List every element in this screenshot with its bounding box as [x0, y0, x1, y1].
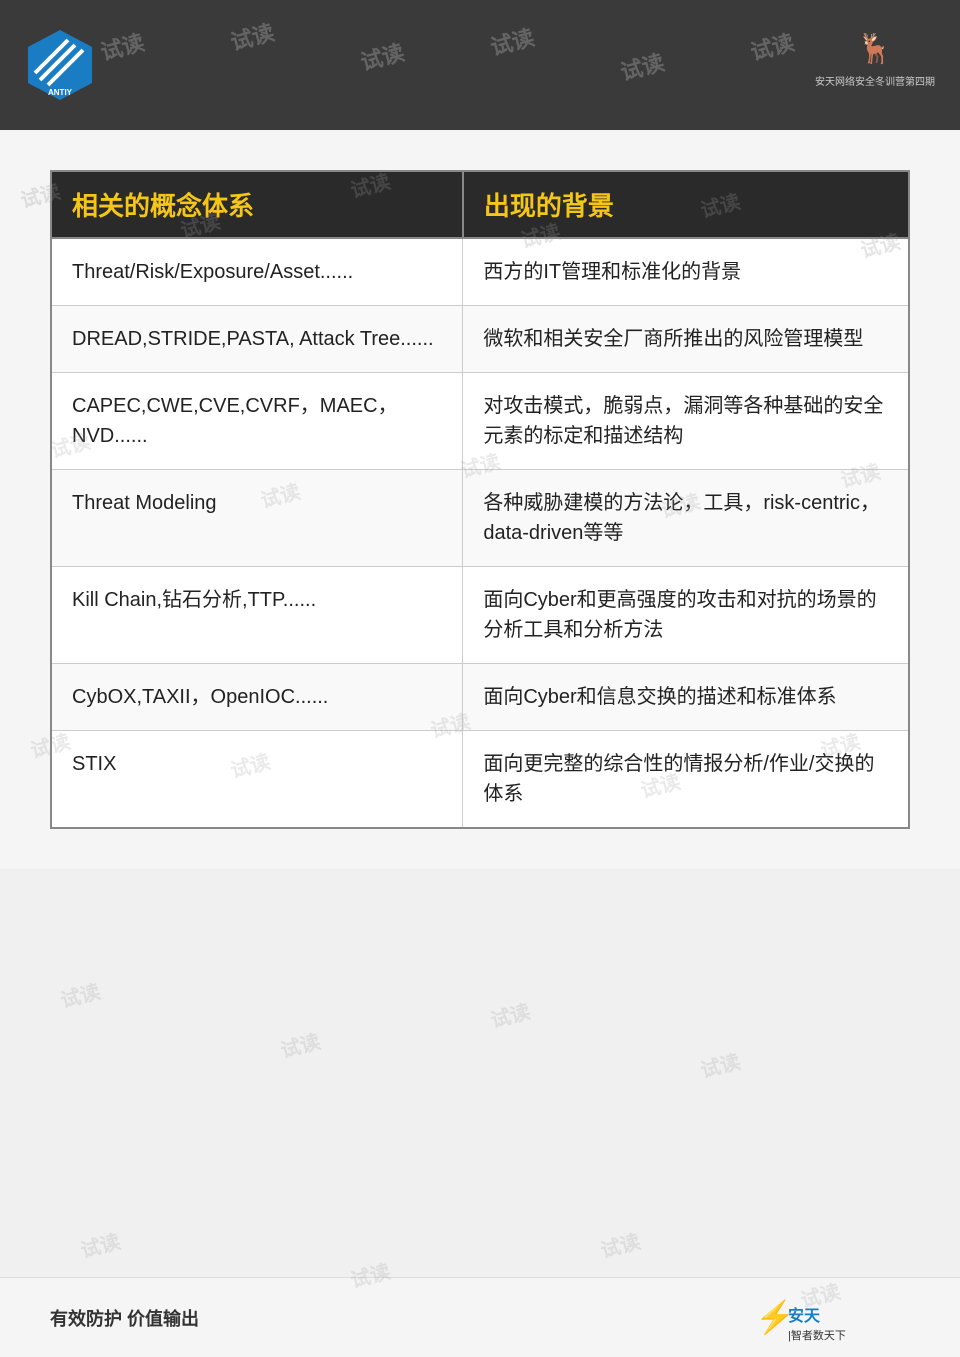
table-cell-left-5: CybOX,TAXII，OpenIOC...... — [51, 664, 463, 731]
table-cell-right-0: 西方的IT管理和标准化的背景 — [463, 238, 909, 306]
table-cell-right-5: 面向Cyber和信息交换的描述和标准体系 — [463, 664, 909, 731]
watermark-4: 试读 — [487, 20, 538, 62]
table-cell-right-6: 面向更完整的综合性的情报分析/作业/交换的体系 — [463, 731, 909, 829]
body-watermark-23: 试读 — [597, 1225, 643, 1263]
table-header-col2: 出现的背景 — [463, 171, 909, 238]
footer-right-logo: ⚡ 安天 |智者数天下 — [750, 1293, 910, 1343]
svg-text:ANTIY: ANTIY — [48, 88, 73, 97]
table-row: Threat/Risk/Exposure/Asset......西方的IT管理和… — [51, 238, 909, 306]
table-cell-right-4: 面向Cyber和更高强度的攻击和对抗的场景的分析工具和分析方法 — [463, 567, 909, 664]
watermark-3: 试读 — [357, 35, 408, 77]
body-watermark-17: 试读 — [57, 975, 103, 1013]
concepts-table: 相关的概念体系 出现的背景 Threat/Risk/Exposure/Asset… — [50, 170, 910, 829]
logo-area: ANTIY — [20, 25, 100, 105]
body-watermark-21: 试读 — [77, 1225, 123, 1263]
table-cell-right-3: 各种威胁建模的方法论，工具，risk-centric，data-driven等等 — [463, 470, 909, 567]
svg-text:安天: 安天 — [788, 1306, 821, 1325]
body-watermark-18: 试读 — [277, 1025, 323, 1063]
watermark-5: 试读 — [617, 45, 668, 87]
table-row: DREAD,STRIDE,PASTA, Attack Tree......微软和… — [51, 306, 909, 373]
body-watermark-19: 试读 — [487, 995, 533, 1033]
table-row: Threat Modeling各种威胁建模的方法论，工具，risk-centri… — [51, 470, 909, 567]
body-watermark-20: 试读 — [697, 1045, 743, 1083]
table-cell-left-1: DREAD,STRIDE,PASTA, Attack Tree...... — [51, 306, 463, 373]
table-cell-left-6: STIX — [51, 731, 463, 829]
footer-tagline: 有效防护 价值输出 — [50, 1305, 199, 1331]
table-row: STIX面向更完整的综合性的情报分析/作业/交换的体系 — [51, 731, 909, 829]
table-row: Kill Chain,钻石分析,TTP......面向Cyber和更高强度的攻击… — [51, 567, 909, 664]
table-cell-left-2: CAPEC,CWE,CVE,CVRF，MAEC，NVD...... — [51, 373, 463, 470]
header: 试读 试读 试读 试读 试读 试读 ANTIY 🦌 安天网络安全冬训营第四期 — [0, 0, 960, 130]
table-cell-right-1: 微软和相关安全厂商所推出的风险管理模型 — [463, 306, 909, 373]
header-right: 🦌 安天网络安全冬训营第四期 — [810, 33, 940, 98]
svg-text:🦌: 🦌 — [856, 33, 893, 65]
footer-logo-icon: ⚡ 安天 |智者数天下 — [750, 1293, 910, 1343]
watermark-2: 试读 — [227, 15, 278, 57]
svg-text:|智者数天下: |智者数天下 — [788, 1328, 846, 1342]
antiy-logo-icon: ANTIY — [20, 25, 100, 105]
table-cell-left-0: Threat/Risk/Exposure/Asset...... — [51, 238, 463, 306]
header-right-logo-icon: 🦌 安天网络安全冬训营第四期 — [810, 33, 940, 98]
main-content: 相关的概念体系 出现的背景 Threat/Risk/Exposure/Asset… — [0, 130, 960, 869]
table-cell-right-2: 对攻击模式，脆弱点，漏洞等各种基础的安全元素的标定和描述结构 — [463, 373, 909, 470]
footer: 有效防护 价值输出 ⚡ 安天 |智者数天下 — [0, 1277, 960, 1357]
table-row: CAPEC,CWE,CVE,CVRF，MAEC，NVD......对攻击模式，脆… — [51, 373, 909, 470]
table-header-col1: 相关的概念体系 — [51, 171, 463, 238]
table-row: CybOX,TAXII，OpenIOC......面向Cyber和信息交换的描述… — [51, 664, 909, 731]
table-cell-left-3: Threat Modeling — [51, 470, 463, 567]
svg-text:安天网络安全冬训营第四期: 安天网络安全冬训营第四期 — [815, 75, 935, 88]
watermark-1: 试读 — [97, 25, 148, 67]
table-cell-left-4: Kill Chain,钻石分析,TTP...... — [51, 567, 463, 664]
watermark-6: 试读 — [747, 25, 798, 67]
